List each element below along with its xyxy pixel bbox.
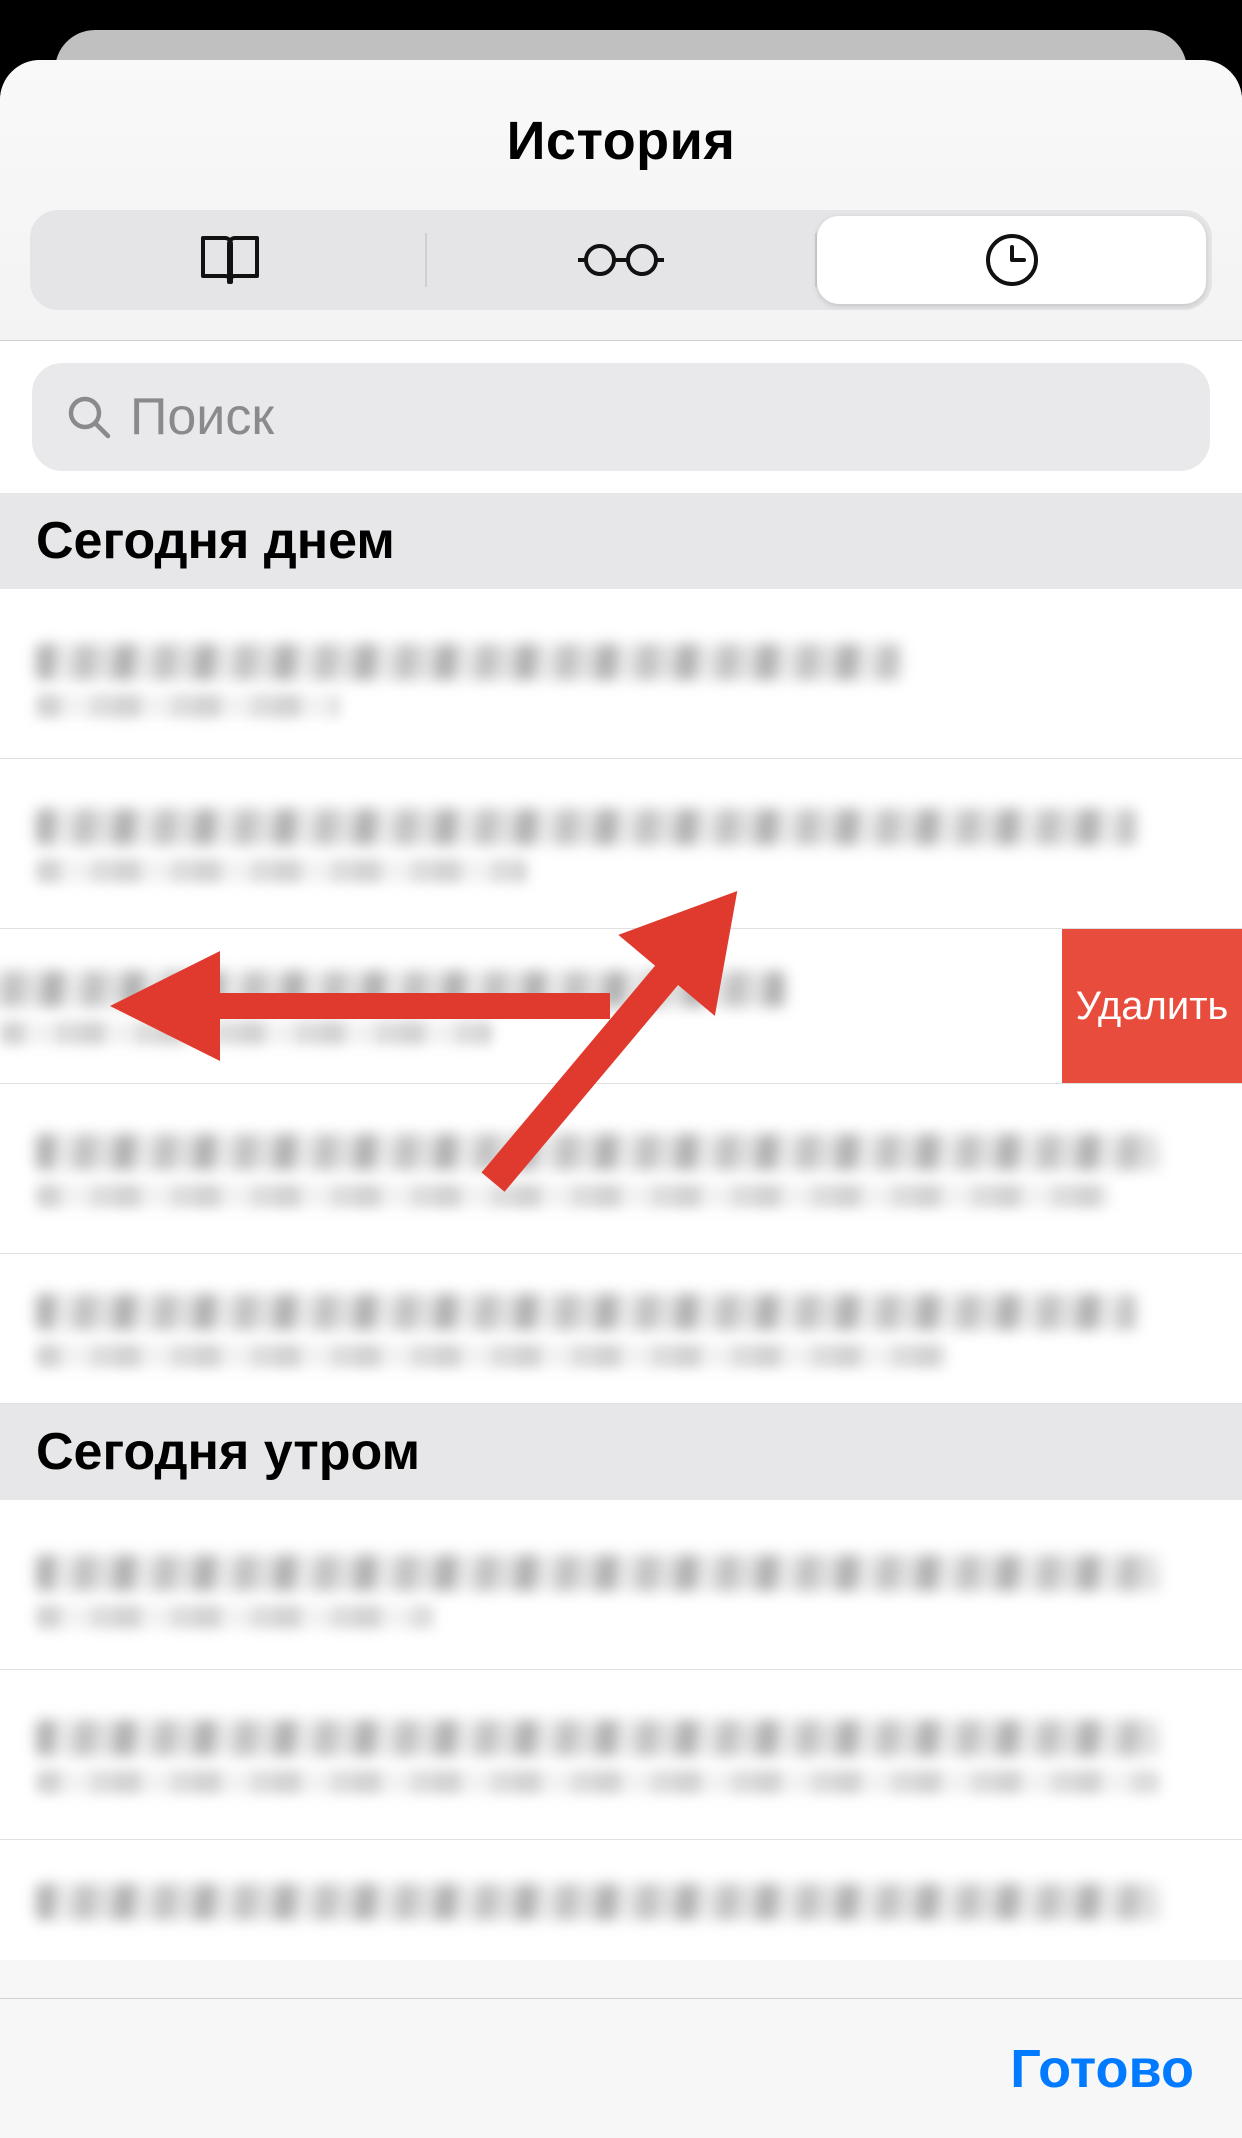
section-header-afternoon: Сегодня днем <box>0 493 1242 589</box>
redacted-title <box>36 1720 1159 1756</box>
history-row[interactable] <box>0 759 1242 929</box>
tab-history[interactable] <box>817 216 1206 304</box>
history-list-afternoon: Удалить <box>0 589 1242 1404</box>
redacted-title <box>36 1294 1136 1330</box>
redacted-subtitle <box>36 1605 434 1629</box>
delete-button[interactable]: Удалить <box>1062 929 1242 1083</box>
search-input[interactable]: Поиск <box>32 363 1210 471</box>
sheet-header: История <box>0 60 1242 341</box>
redacted-title <box>36 1134 1159 1170</box>
section-header-label: Сегодня утром <box>36 1422 1206 1482</box>
section-header-morning: Сегодня утром <box>0 1404 1242 1500</box>
tab-segmented-control[interactable] <box>30 210 1212 310</box>
history-row[interactable] <box>0 1500 1242 1670</box>
search-icon <box>66 394 112 440</box>
content-area: Поиск Сегодня днем <box>0 341 1242 1998</box>
book-icon <box>195 232 265 288</box>
page-title: История <box>0 110 1242 172</box>
bottom-toolbar: Готово <box>0 1998 1242 2138</box>
redacted-title <box>36 1884 1159 1920</box>
history-row[interactable] <box>0 1084 1242 1254</box>
redacted-title <box>36 809 1136 845</box>
history-row[interactable] <box>0 1254 1242 1404</box>
redacted-subtitle <box>36 1770 1159 1794</box>
redacted-title <box>36 1555 1159 1591</box>
redacted-subtitle <box>0 1021 492 1045</box>
redacted-subtitle <box>36 1184 1112 1208</box>
redacted-subtitle <box>36 859 527 883</box>
glasses-icon <box>576 240 666 280</box>
history-list-morning <box>0 1500 1242 1960</box>
tab-reading-list[interactable] <box>427 216 816 304</box>
search-container: Поиск <box>0 341 1242 493</box>
search-placeholder: Поиск <box>130 387 274 447</box>
redacted-subtitle <box>36 694 340 718</box>
section-header-label: Сегодня днем <box>36 511 1206 571</box>
history-row[interactable] <box>0 589 1242 759</box>
redacted-title <box>36 644 902 680</box>
history-modal-sheet: История <box>0 60 1242 2138</box>
delete-label: Удалить <box>1076 984 1229 1029</box>
tab-bookmarks[interactable] <box>36 216 425 304</box>
history-row[interactable] <box>0 1840 1242 1960</box>
clock-icon <box>983 231 1041 289</box>
done-button[interactable]: Готово <box>1010 2038 1194 2100</box>
redacted-subtitle <box>36 1344 949 1368</box>
history-row-swiped[interactable]: Удалить <box>0 929 1242 1084</box>
redacted-title <box>0 971 785 1007</box>
history-row[interactable] <box>0 1670 1242 1840</box>
